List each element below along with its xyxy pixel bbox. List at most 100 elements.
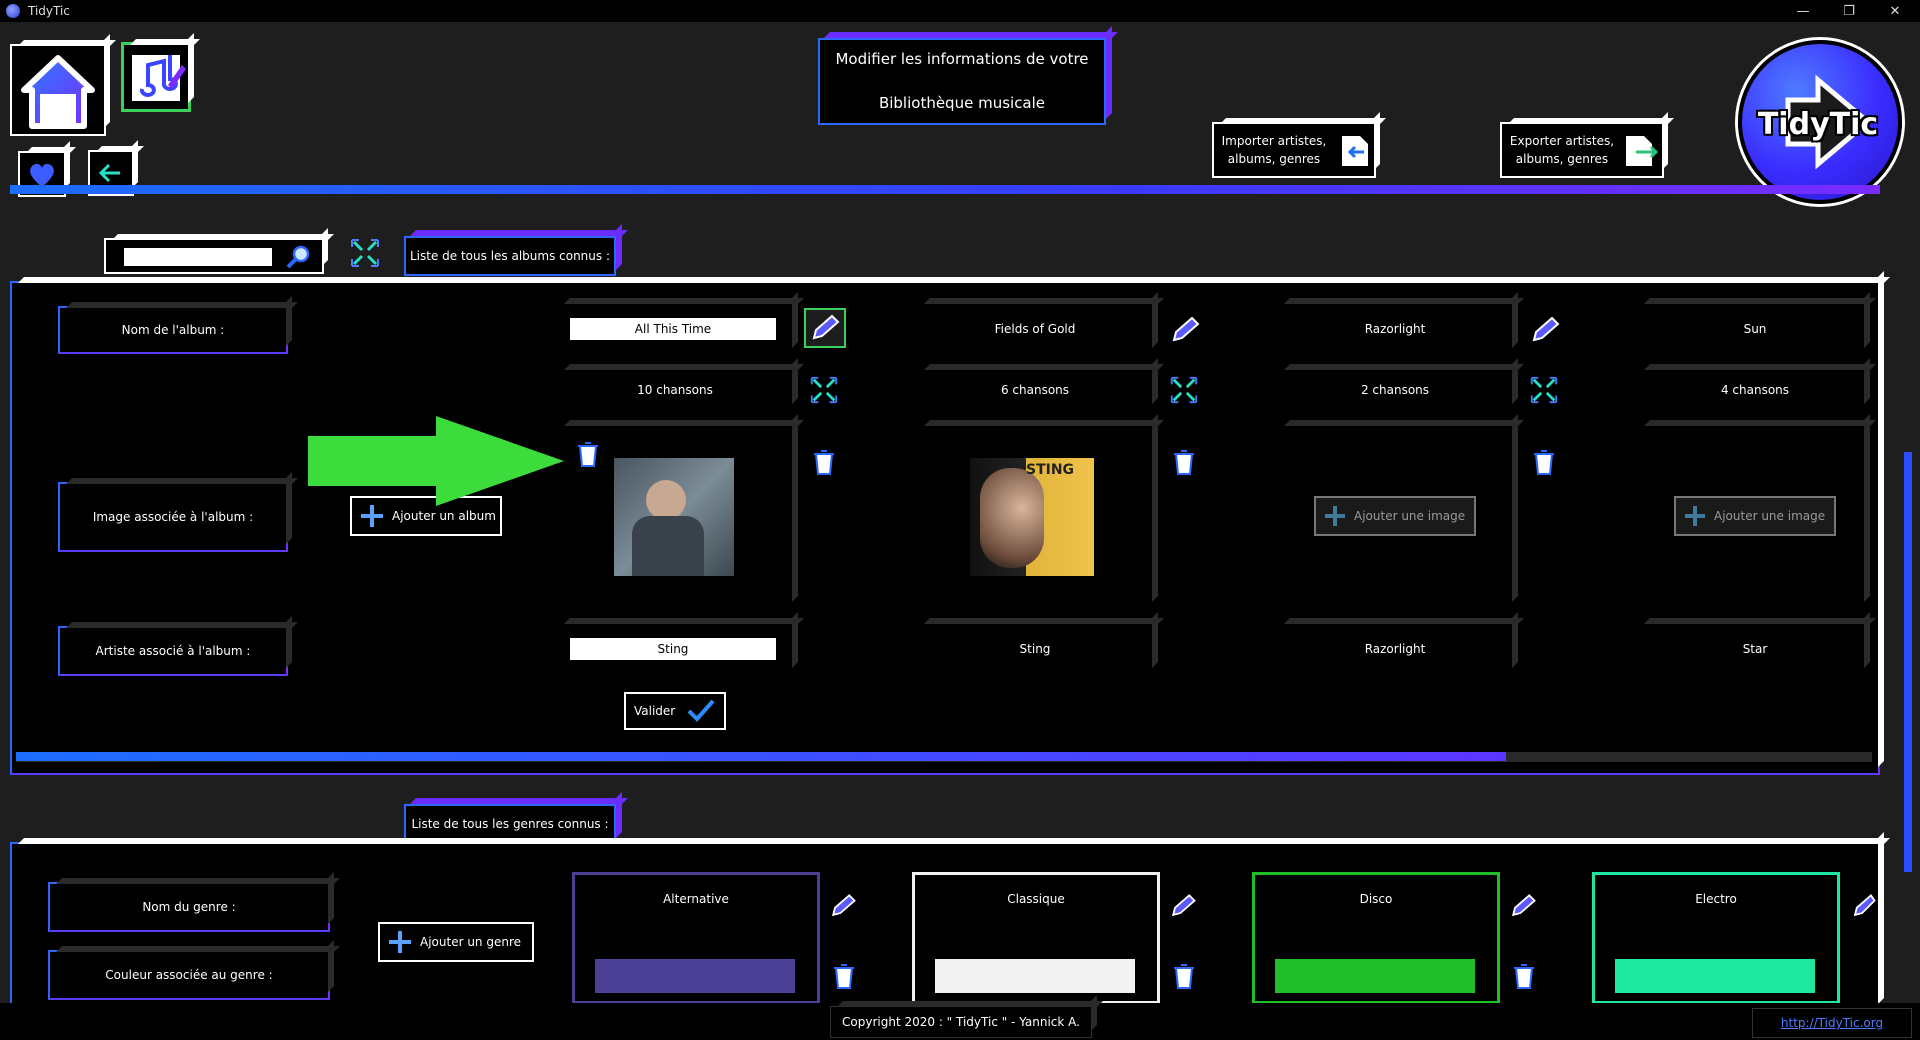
genre-3-color-swatch <box>1275 959 1475 993</box>
album-name-label-box: Nom de l'album : <box>58 306 288 354</box>
import-label-2: albums, genres <box>1227 152 1321 166</box>
add-genre-label: Ajouter un genre <box>420 935 522 949</box>
copyright-box: Copyright 2020 : " TidyTic " - Yannick A… <box>830 1006 1092 1038</box>
album-2-edit-icon[interactable] <box>1166 312 1204 348</box>
plus-icon <box>388 930 412 954</box>
album-4-name-box: Sun <box>1638 304 1864 354</box>
album-2-artist-box: Sting <box>918 624 1152 674</box>
album-3-songs: 2 chansons <box>1360 383 1430 397</box>
genre-card-alternative[interactable]: Alternative <box>572 872 820 1004</box>
genre-card-electro[interactable]: Electro <box>1592 872 1840 1004</box>
album-2-artist: Sting <box>1019 642 1051 656</box>
album-2-cover: STING <box>970 458 1094 576</box>
import-button[interactable]: Importer artistes, albums, genres <box>1212 122 1376 178</box>
album-4-artist-box: Star <box>1638 624 1864 674</box>
album-2-songs-box: 6 chansons <box>918 370 1152 410</box>
tab-albums[interactable]: Liste de tous les albums connus : <box>404 236 616 276</box>
album-1-edit-button[interactable] <box>804 308 846 348</box>
genre-2-delete-icon[interactable] <box>1168 960 1200 992</box>
window-titlebar: TidyTic — ❐ ✕ <box>0 0 1920 22</box>
minimize-button[interactable]: — <box>1780 0 1826 22</box>
genre-1-edit-icon[interactable] <box>826 890 860 922</box>
genre-card-classique[interactable]: Classique <box>912 872 1160 1004</box>
genre-1-color-swatch <box>595 959 795 993</box>
genre-3-edit-icon[interactable] <box>1506 890 1540 922</box>
pencil-icon <box>812 314 840 340</box>
album-2-songs: 6 chansons <box>1000 383 1070 397</box>
album-2-delete-icon[interactable] <box>1168 446 1200 478</box>
album-2-name-box: Fields of Gold <box>918 304 1152 354</box>
restore-button[interactable]: ❐ <box>1826 0 1872 22</box>
albums-scrollbar-thumb[interactable] <box>16 752 1506 761</box>
album-4-artist: Star <box>1742 642 1768 656</box>
album-2-songs-icon[interactable] <box>1168 374 1200 406</box>
window-title: TidyTic <box>28 4 70 18</box>
website-link[interactable]: http://TidyTic.org <box>1781 1016 1883 1030</box>
album-artist-label: Artiste associé à l'album : <box>95 644 251 658</box>
export-button[interactable]: Exporter artistes, albums, genres <box>1500 122 1664 178</box>
album-3-songs-box: 2 chansons <box>1278 370 1512 410</box>
album-4-songs-box: 4 chansons <box>1638 370 1864 410</box>
export-icon <box>1626 136 1659 166</box>
album-1-artist-input[interactable]: Sting <box>570 638 776 660</box>
page-title-line2: Bibliothèque musicale <box>878 94 1046 112</box>
home-button[interactable] <box>10 44 106 136</box>
plus-icon <box>1324 505 1346 527</box>
album-1-cover <box>614 458 734 576</box>
album-3-artist-box: Razorlight <box>1278 624 1512 674</box>
tidytic-logo: TidyTic <box>1738 40 1902 204</box>
genre-1-delete-icon[interactable] <box>828 960 860 992</box>
genre-2-name: Classique <box>1007 892 1065 906</box>
album-3-delete-icon[interactable] <box>1528 446 1560 478</box>
website-link-box: http://TidyTic.org <box>1752 1008 1912 1038</box>
album-2-image-box: STING <box>918 426 1152 608</box>
album-1-delete-icon[interactable] <box>808 446 840 478</box>
import-icon <box>1342 136 1368 166</box>
album-4-add-image-button[interactable]: Ajouter une image <box>1674 496 1836 536</box>
album-2-name: Fields of Gold <box>994 322 1076 336</box>
album-4-image-box: Ajouter une image <box>1638 426 1864 608</box>
genre-color-label-box: Couleur associée au genre : <box>48 950 330 1000</box>
genre-3-delete-icon[interactable] <box>1508 960 1540 992</box>
reset-filter-icon[interactable] <box>348 236 382 270</box>
album-1-name-box: All This Time <box>558 304 792 354</box>
album-1-songs-box: 10 chansons <box>558 370 792 410</box>
green-arrow-indicator <box>308 416 564 506</box>
page-scrollbar-thumb[interactable] <box>1904 452 1912 872</box>
validate-label: Valider <box>634 704 676 718</box>
close-button[interactable]: ✕ <box>1872 0 1918 22</box>
search-box <box>104 238 324 274</box>
export-label-2: albums, genres <box>1515 152 1609 166</box>
album-1-name-input[interactable]: All This Time <box>570 318 776 340</box>
album-1-songs-icon[interactable] <box>808 374 840 406</box>
export-label-1: Exporter artistes, <box>1509 134 1615 148</box>
album-image-label: Image associée à l'album : <box>92 510 254 524</box>
album-4-name: Sun <box>1743 322 1767 336</box>
music-edit-button[interactable] <box>121 42 191 112</box>
app-icon <box>6 4 20 18</box>
genre-2-color-swatch <box>935 959 1135 993</box>
album-3-add-image-button[interactable]: Ajouter une image <box>1314 496 1476 536</box>
album-1-songs: 10 chansons <box>637 383 713 397</box>
album-3-add-image-label: Ajouter une image <box>1354 509 1466 523</box>
add-genre-button[interactable]: Ajouter un genre <box>378 922 534 962</box>
genre-color-label: Couleur associée au genre : <box>105 968 273 982</box>
genre-card-disco[interactable]: Disco <box>1252 872 1500 1004</box>
album-1-remove-image-icon[interactable] <box>572 438 604 470</box>
album-3-artist: Razorlight <box>1364 642 1426 656</box>
search-icon[interactable] <box>284 243 312 271</box>
album-image-label-box: Image associée à l'album : <box>58 482 288 552</box>
album-2-cover-text: STING <box>1026 462 1075 478</box>
album-4-add-image-label: Ajouter une image <box>1714 509 1826 523</box>
validate-button[interactable]: Valider <box>624 692 726 730</box>
album-3-edit-icon[interactable] <box>1526 312 1564 348</box>
import-label-1: Importer artistes, <box>1221 134 1327 148</box>
genre-name-label-box: Nom du genre : <box>48 882 330 932</box>
album-3-name: Razorlight <box>1364 322 1426 336</box>
search-input[interactable] <box>124 248 272 266</box>
genre-2-edit-icon[interactable] <box>1166 890 1200 922</box>
album-3-songs-icon[interactable] <box>1528 374 1560 406</box>
plus-icon <box>360 504 384 528</box>
genre-4-edit-icon[interactable] <box>1850 890 1876 922</box>
album-3-name-box: Razorlight <box>1278 304 1512 354</box>
